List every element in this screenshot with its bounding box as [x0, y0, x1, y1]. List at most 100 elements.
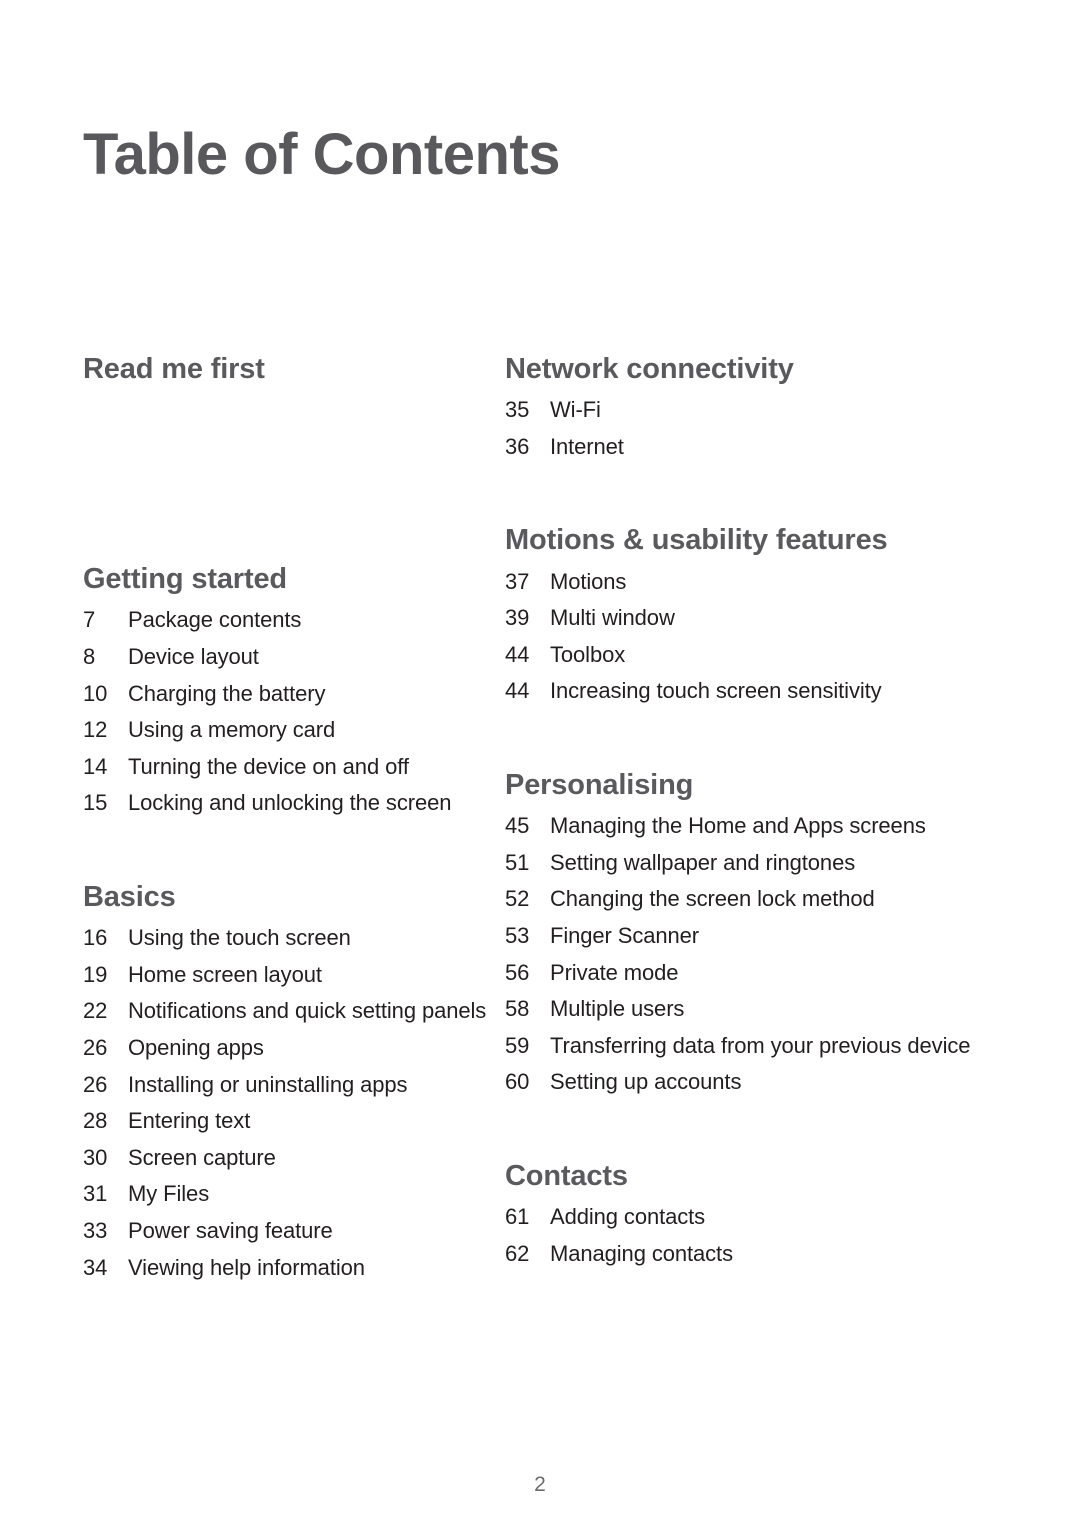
toc-entry-title: Setting wallpaper and ringtones	[550, 849, 856, 875]
toc-entry[interactable]: 58 Multiple users	[505, 991, 995, 1028]
toc-entry[interactable]: 56 Private mode	[505, 955, 995, 992]
toc-entry[interactable]: 26 Opening apps	[83, 1030, 495, 1067]
toc-entry-list: 61 Adding contacts 62 Managing contacts	[505, 1199, 995, 1272]
toc-entry[interactable]: 19 Home screen layout	[83, 957, 495, 994]
toc-entry[interactable]: 7 Package contents	[83, 602, 495, 639]
toc-entry[interactable]: 62 Managing contacts	[505, 1236, 995, 1273]
toc-entry-page-number: 7	[83, 607, 96, 633]
toc-entry-page-number: 35	[505, 397, 530, 423]
toc-entry[interactable]: 44 Increasing touch screen sensitivity	[505, 673, 995, 710]
toc-entry[interactable]: 51 Setting wallpaper and ringtones	[505, 845, 995, 882]
toc-entry-page-number: 22	[83, 998, 108, 1024]
toc-entry[interactable]: 16 Using the touch screen	[83, 920, 495, 957]
toc-entry-title: Turning the device on and off	[128, 753, 409, 779]
toc-entry-page-number: 15	[83, 790, 108, 816]
toc-section: Getting started 7 Package contents 8 Device …	[83, 562, 495, 822]
toc-page: Table of Contents Read me first Getting s…	[0, 0, 1080, 1527]
toc-section: Motions & usability features 37 Motions 39 M…	[505, 523, 995, 710]
toc-entry[interactable]: 31 My Files	[83, 1176, 495, 1213]
toc-entry-title: Managing the Home and Apps screens	[550, 813, 926, 839]
toc-entry[interactable]: 53 Finger Scanner	[505, 918, 995, 955]
toc-entry-title: Changing the screen lock method	[550, 886, 875, 912]
toc-entry-page-number: 19	[83, 961, 108, 987]
toc-entry[interactable]: 61 Adding contacts	[505, 1199, 995, 1236]
toc-section: Personalising 45 Managing the Home and App…	[505, 768, 995, 1101]
toc-entry[interactable]: 15 Locking and unlocking the screen	[83, 785, 495, 822]
section-heading[interactable]: Getting started	[83, 562, 495, 596]
toc-entry[interactable]: 8 Device layout	[83, 639, 495, 676]
toc-entry-page-number: 52	[505, 886, 530, 912]
section-heading[interactable]: Basics	[83, 880, 495, 914]
toc-entry-page-number: 58	[505, 996, 530, 1022]
toc-entry-title: Private mode	[550, 959, 679, 985]
section-heading[interactable]: Network connectivity	[505, 352, 995, 386]
toc-entry-page-number: 33	[83, 1217, 108, 1243]
toc-entry-title: Internet	[550, 433, 624, 459]
toc-entry-list: 45 Managing the Home and Apps screens 51 Se…	[505, 808, 995, 1101]
toc-entry[interactable]: 26 Installing or uninstalling apps	[83, 1067, 495, 1104]
toc-entry[interactable]: 59 Transferring data from your previous d…	[505, 1028, 995, 1065]
toc-entry-title: Wi-Fi	[550, 397, 601, 423]
toc-entry-title: Multiple users	[550, 996, 685, 1022]
toc-entry-page-number: 56	[505, 959, 530, 985]
toc-section: Basics 16 Using the touch screen 19 Home scr…	[83, 880, 495, 1286]
toc-entry-page-number: 53	[505, 923, 530, 948]
toc-entry-title: Locking and unlocking the screen	[128, 790, 452, 816]
toc-entry-title: Notifications and quick setting panels	[128, 998, 487, 1024]
toc-entry-title: Power saving feature	[128, 1217, 333, 1243]
toc-entry-title: Installing or uninstalling apps	[128, 1071, 408, 1097]
toc-entry-title: My Files	[128, 1181, 210, 1207]
toc-entry-page-number: 8	[83, 644, 96, 670]
toc-entry-page-number: 36	[505, 433, 530, 459]
toc-entry-page-number: 28	[83, 1108, 108, 1134]
toc-entry-page-number: 39	[505, 605, 530, 631]
section-heading[interactable]: Personalising	[505, 768, 995, 802]
toc-entry[interactable]: 33 Power saving feature	[83, 1213, 495, 1250]
toc-entry-page-number: 37	[505, 568, 530, 594]
toc-entry-title: Device layout	[128, 644, 259, 670]
toc-entry-title: Viewing help information	[128, 1254, 365, 1280]
toc-entry-page-number: 59	[505, 1032, 530, 1058]
page-title: Table of Contents	[83, 122, 560, 187]
toc-entry-list: 37 Motions 39 Multi window 44 Toolbox 44 Increa…	[505, 564, 995, 710]
toc-entry-list: 16 Using the touch screen 19 Home screen la…	[83, 920, 495, 1286]
toc-entry[interactable]: 12 Using a memory card	[83, 712, 495, 749]
toc-entry[interactable]: 37 Motions	[505, 564, 995, 601]
toc-entry[interactable]: 44 Toolbox	[505, 637, 995, 674]
toc-entry-title: Home screen layout	[128, 961, 322, 987]
toc-entry[interactable]: 10 Charging the battery	[83, 676, 495, 713]
toc-entry-title: Opening apps	[128, 1035, 264, 1060]
toc-entry-title: Charging the battery	[128, 680, 326, 706]
toc-entry-title: Multi window	[550, 605, 675, 631]
toc-entry-page-number: 30	[83, 1144, 108, 1170]
section-heading[interactable]: Read me first	[83, 352, 495, 386]
toc-entry-list: 35 Wi-Fi 36 Internet	[505, 392, 995, 465]
toc-entry-title: Increasing touch screen sensitivity	[550, 678, 882, 704]
toc-entry[interactable]: 35 Wi-Fi	[505, 392, 995, 429]
toc-section: Read me first	[83, 352, 495, 504]
toc-entry-page-number: 51	[505, 849, 530, 875]
toc-entry[interactable]: 45 Managing the Home and Apps screens	[505, 808, 995, 845]
toc-entry-page-number: 26	[83, 1071, 108, 1097]
toc-section: Contacts 61 Adding contacts 62 Managing cont…	[505, 1159, 995, 1272]
toc-entry[interactable]: 36 Internet	[505, 429, 995, 466]
section-heading[interactable]: Motions & usability features	[505, 523, 995, 557]
toc-entry[interactable]: 60 Setting up accounts	[505, 1064, 995, 1101]
toc-entry[interactable]: 28 Entering text	[83, 1103, 495, 1140]
toc-entry[interactable]: 14 Turning the device on and off	[83, 749, 495, 786]
empty-section-spacer	[83, 386, 495, 504]
toc-entry-title: Package contents	[128, 607, 302, 633]
section-heading[interactable]: Contacts	[505, 1159, 995, 1193]
toc-entry-title: Adding contacts	[550, 1204, 706, 1230]
toc-entry-title: Transferring data from your previous dev…	[550, 1032, 971, 1058]
toc-entry[interactable]: 39 Multi window	[505, 600, 995, 637]
toc-entry-title: Entering text	[128, 1108, 251, 1134]
toc-entry[interactable]: 22 Notifications and quick setting panels	[83, 993, 495, 1030]
toc-entry[interactable]: 30 Screen capture	[83, 1140, 495, 1177]
toc-entry-list: 7 Package contents 8 Device layout 10 Chargin…	[83, 602, 495, 822]
toc-entry[interactable]: 52 Changing the screen lock method	[505, 881, 995, 918]
toc-columns: Read me first Getting started 7 Package con…	[0, 352, 1080, 1286]
toc-entry-page-number: 45	[505, 813, 530, 839]
toc-entry[interactable]: 34 Viewing help information	[83, 1250, 495, 1287]
